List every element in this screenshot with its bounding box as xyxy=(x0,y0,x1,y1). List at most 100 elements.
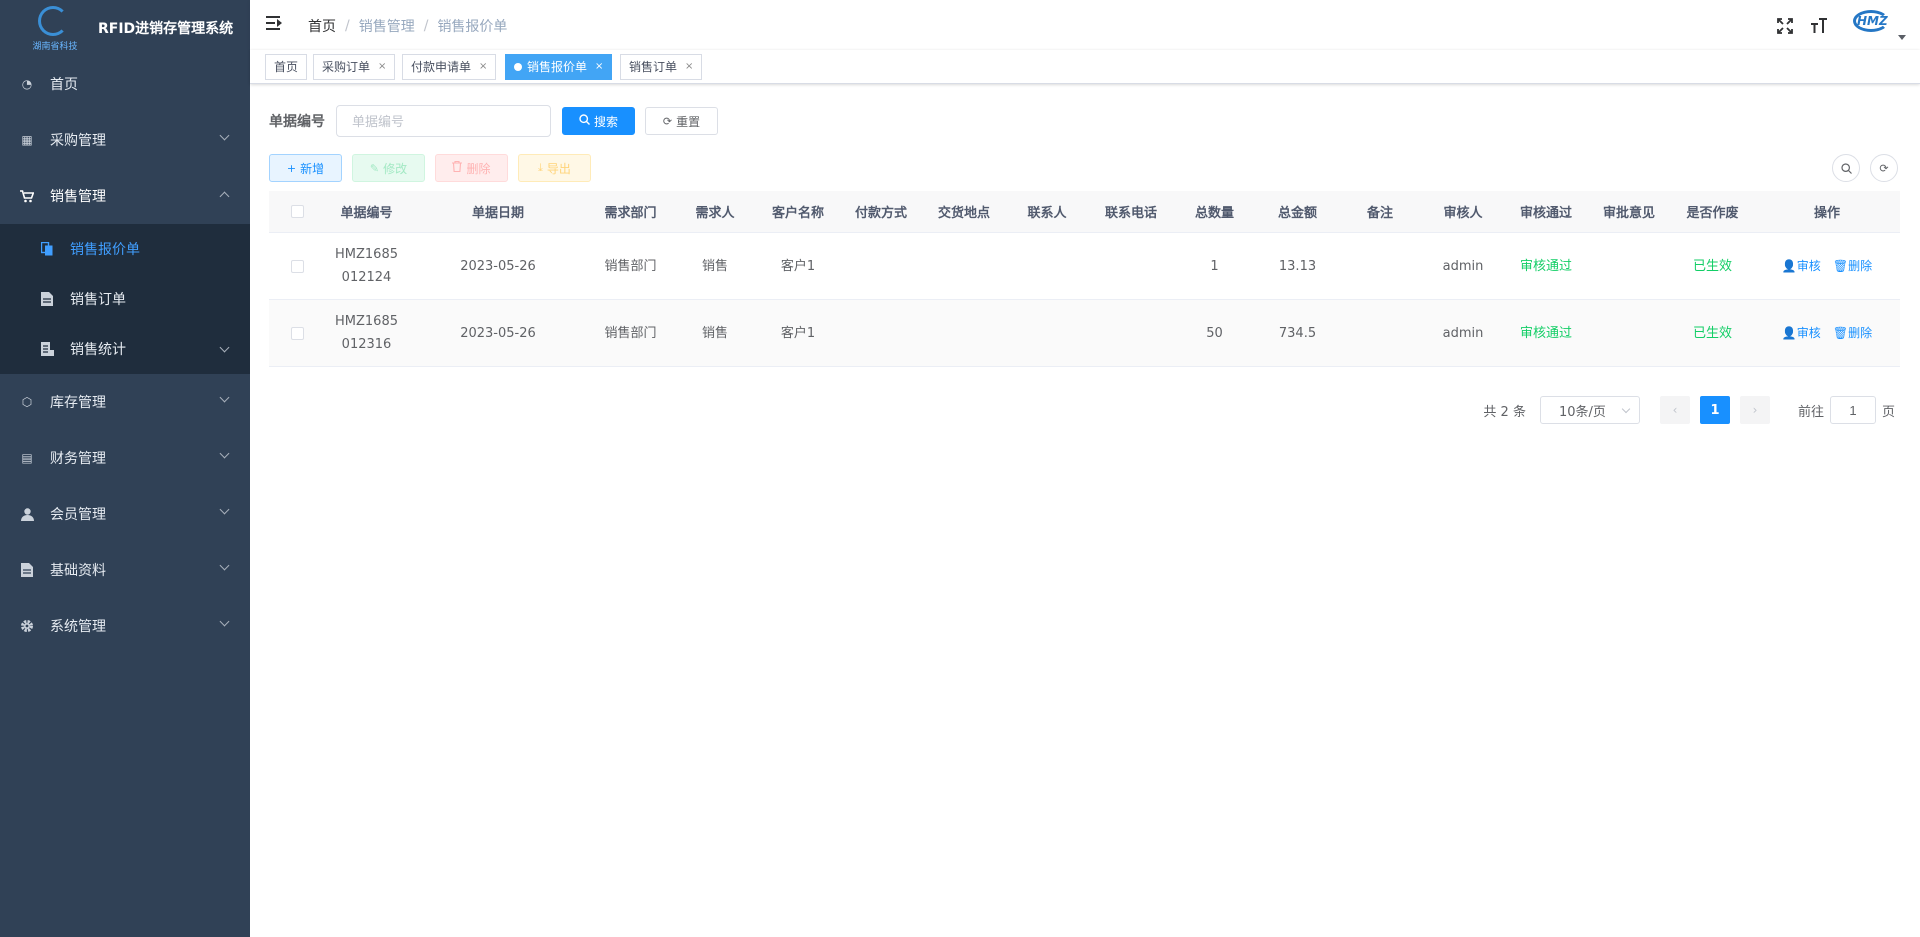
cell-customer: 客户1 xyxy=(780,258,816,274)
toggle-search-button[interactable] xyxy=(1832,154,1860,182)
sidebar-item-label: 会员管理 xyxy=(50,507,106,523)
sidebar-item-label: 财务管理 xyxy=(50,451,106,467)
cell-date: 2023-05-26 xyxy=(460,258,536,274)
select-all-checkbox[interactable] xyxy=(290,205,304,218)
cell-code: HMZ1685 012124 xyxy=(325,243,408,289)
tag-label: 首页 xyxy=(274,60,299,74)
close-icon[interactable]: × xyxy=(378,55,386,79)
row-checkbox[interactable] xyxy=(290,326,304,340)
tag-home[interactable]: 首页 xyxy=(265,54,308,80)
chevron-down-icon xyxy=(219,504,230,515)
sidebar-subitem-sales-stats[interactable]: 销售统计 xyxy=(0,324,250,374)
tag-sales-order[interactable]: 销售订单 × xyxy=(620,54,703,80)
sidebar: 湖南省科技 RFID进销存管理系统 ◔ 首页 ▦ 采购管理 销售管理 销售报价单… xyxy=(0,0,250,937)
pagination-total: 共 2 条 xyxy=(1483,404,1526,420)
sidebar-item-label: 采购管理 xyxy=(50,133,106,149)
sales-submenu: 销售报价单 销售订单 销售统计 xyxy=(0,224,250,374)
cell-qty: 50 xyxy=(1206,325,1223,341)
sidebar-subitem-label: 销售报价单 xyxy=(70,242,140,258)
table-row[interactable]: HMZ1685 012316 2023-05-26 销售部门 销售 客户1 50… xyxy=(269,300,1900,367)
logo-area[interactable]: 湖南省科技 RFID进销存管理系统 xyxy=(0,0,250,56)
row-checkbox-cell xyxy=(269,259,325,273)
col-header: 付款方式 xyxy=(854,206,907,221)
page-size-select[interactable]: 10条/页 xyxy=(1539,396,1640,424)
breadcrumb-item-sales[interactable]: 销售管理 xyxy=(359,16,415,36)
sidebar-item-basic-data[interactable]: 基础资料 xyxy=(0,542,250,598)
audit-link-label: 审核 xyxy=(1796,325,1821,340)
plus-icon: + xyxy=(286,161,297,175)
sidebar-item-sales[interactable]: 销售管理 xyxy=(0,168,250,224)
audit-link[interactable]: 👤审核 xyxy=(1782,259,1821,273)
sidebar-item-label: 基础资料 xyxy=(50,563,106,579)
add-button[interactable]: + 新增 xyxy=(269,154,342,182)
tag-label: 销售报价单 xyxy=(527,60,588,74)
file-icon xyxy=(40,292,54,306)
sidebar-item-purchase[interactable]: ▦ 采购管理 xyxy=(0,112,250,168)
breadcrumb-separator: / xyxy=(345,18,350,34)
sidebar-item-inventory[interactable]: ⬡ 库存管理 xyxy=(0,374,250,430)
doc-code-input[interactable] xyxy=(336,105,551,137)
delete-button[interactable]: 删除 xyxy=(435,154,508,182)
user-icon: 👤 xyxy=(1781,325,1797,340)
sidebar-item-finance[interactable]: ▤ 财务管理 xyxy=(0,430,250,486)
col-header: 单据编号 xyxy=(340,206,393,221)
search-button-label: 搜索 xyxy=(593,114,618,129)
cell-customer: 客户1 xyxy=(780,325,816,341)
tag-purchase-order[interactable]: 采购订单 × xyxy=(313,54,396,80)
chevron-down-icon xyxy=(1621,404,1631,414)
page-number-button[interactable]: 1 xyxy=(1699,396,1730,424)
table-icon: ▦ xyxy=(21,133,33,147)
sidebar-item-member[interactable]: 会员管理 xyxy=(0,486,250,542)
audit-link[interactable]: 👤审核 xyxy=(1782,326,1821,340)
refresh-table-button[interactable]: ⟳ xyxy=(1870,154,1898,182)
close-icon[interactable]: × xyxy=(685,55,693,79)
search-label: 单据编号 xyxy=(269,114,325,130)
font-size-icon[interactable] xyxy=(1809,16,1829,36)
goto-page-input[interactable] xyxy=(1829,396,1876,424)
cell-dept: 销售部门 xyxy=(604,325,657,341)
hamburger-icon[interactable] xyxy=(266,16,282,30)
breadcrumb-item-home[interactable]: 首页 xyxy=(308,16,336,36)
tags-view: 首页 采购订单 × 付款申请单 × 销售报价单 × 销售订单 × xyxy=(250,50,1920,84)
delete-link[interactable]: 🗑删除 xyxy=(1833,259,1872,273)
search-button[interactable]: 搜索 xyxy=(562,107,635,135)
finance-icon: ▤ xyxy=(21,451,33,465)
audit-link-label: 审核 xyxy=(1796,258,1821,273)
tag-payment-request[interactable]: 付款申请单 × xyxy=(402,54,497,80)
prev-page-button[interactable]: ‹ xyxy=(1659,396,1690,424)
sidebar-item-system[interactable]: 系统管理 xyxy=(0,598,250,654)
cell-auditor: admin xyxy=(1442,258,1484,274)
delete-link[interactable]: 🗑删除 xyxy=(1833,326,1872,340)
cell-date: 2023-05-26 xyxy=(460,325,536,341)
table-row[interactable]: HMZ1685 012124 2023-05-26 销售部门 销售 客户1 1 … xyxy=(269,233,1900,300)
next-page-button[interactable]: › xyxy=(1739,396,1770,424)
reset-button[interactable]: ⟳ 重置 xyxy=(645,107,718,135)
sidebar-item-home[interactable]: ◔ 首页 xyxy=(0,56,250,112)
tag-sales-quotation[interactable]: 销售报价单 × xyxy=(505,54,613,80)
sidebar-subitem-label: 销售统计 xyxy=(70,342,126,358)
sidebar-subitem-sales-quotation[interactable]: 销售报价单 xyxy=(0,224,250,274)
close-icon[interactable]: × xyxy=(479,55,487,79)
app-title: RFID进销存管理系统 xyxy=(98,21,234,37)
caret-down-icon[interactable] xyxy=(1898,34,1906,40)
main-content: 单据编号 搜索 ⟳ 重置 + 新增 ✎ 修改 删除 ⤓ 导出 ⟳ xyxy=(250,84,1920,937)
sidebar-subitem-sales-order[interactable]: 销售订单 xyxy=(0,274,250,324)
cell-code: HMZ1685 012316 xyxy=(325,310,408,356)
fullscreen-icon[interactable] xyxy=(1775,16,1795,36)
chevron-right-icon: › xyxy=(1752,403,1758,417)
sidebar-item-label: 销售管理 xyxy=(50,189,106,205)
cell-qty: 1 xyxy=(1210,258,1219,274)
chevron-down-icon xyxy=(219,342,230,353)
col-header: 操作 xyxy=(1813,206,1840,221)
edit-button[interactable]: ✎ 修改 xyxy=(352,154,425,182)
col-header: 联系电话 xyxy=(1104,206,1157,221)
close-icon[interactable]: × xyxy=(595,55,603,79)
code-line: HMZ1685 xyxy=(335,314,398,329)
goto-suffix: 页 xyxy=(1881,404,1895,420)
col-header: 审核通过 xyxy=(1519,206,1572,221)
row-checkbox[interactable] xyxy=(290,259,304,273)
edit-icon: ✎ xyxy=(369,161,380,175)
quotation-table: 单据编号 单据日期 需求部门 需求人 客户名称 付款方式 交货地点 联系人 联系… xyxy=(269,191,1900,367)
avatar[interactable]: HMZ xyxy=(1850,6,1892,46)
export-button[interactable]: ⤓ 导出 xyxy=(518,154,591,182)
